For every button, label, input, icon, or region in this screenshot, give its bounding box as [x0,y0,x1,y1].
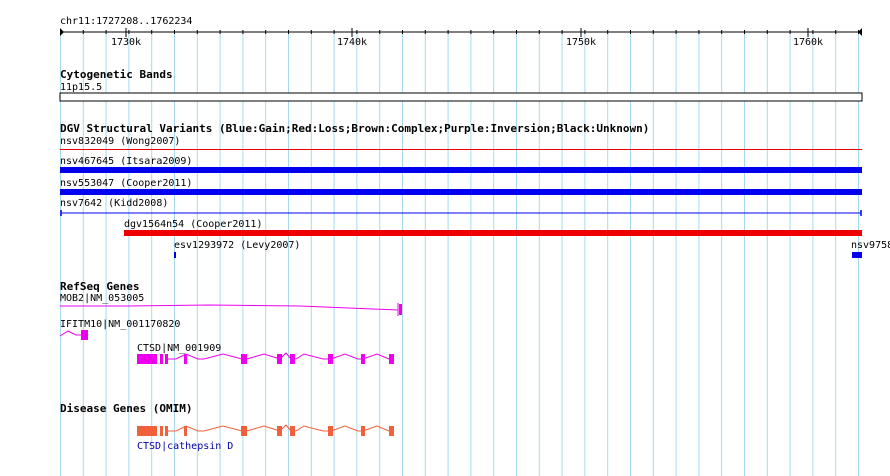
variant-label: nsv467645 (Itsara2009) [60,156,192,167]
region-label: chr11:1727208..1762234 [60,16,192,27]
variant-label: nsv7642 (Kidd2008) [60,198,168,209]
track-title-refseq: RefSeq Genes [60,280,139,293]
track-title-cytoband: Cytogenetic Bands [60,68,173,81]
gene-model-ifitm10[interactable] [59,330,88,340]
variant-label: esv1293972 (Levy2007) [174,240,300,251]
cytoband-bar[interactable] [59,92,863,102]
variant-label: nsv832049 (Wong2007) [60,136,180,147]
ruler-tick-label: 1740k [337,37,367,48]
disease-gene-label[interactable]: CTSD|cathepsin D [137,441,233,452]
gene-label: CTSD|NM_001909 [137,343,221,354]
cytoband-track: Cytogenetic Bands 11p15.5 [59,68,863,102]
variant-label: nsv553047 (Cooper2011) [60,178,192,189]
track-title-dgv: DGV Structural Variants (Blue:Gain;Red:L… [60,122,649,135]
variant-gain[interactable] [174,252,176,258]
variant-gain[interactable] [60,167,862,173]
variant-gain[interactable] [852,252,862,258]
variant-label: nsv9758 [851,240,890,251]
variant-gain[interactable] [60,189,862,195]
ruler[interactable]: chr11:1727208..1762234 1730k 1740k 1750k… [60,16,862,48]
track-title-omim: Disease Genes (OMIM) [60,402,192,415]
gene-label: MOB2|NM_053005 [60,293,144,304]
variant-gain-outline[interactable] [60,210,862,216]
variant-label: dgv1564n54 (Cooper2011) [124,219,262,230]
ruler-tick-label: 1730k [111,37,141,48]
gene-model-mob2[interactable] [60,303,402,316]
cytoband-label: 11p15.5 [60,82,102,93]
ruler-left-arrow [60,28,64,36]
dgv-track: DGV Structural Variants (Blue:Gain;Red:L… [60,122,890,258]
gene-label: IFITM10|NM_001170820 [60,319,180,330]
refseq-track: RefSeq Genes MOB2|NM_053005 IFITM10|NM_0… [59,280,402,364]
genome-browser: chr11:1727208..1762234 1730k 1740k 1750k… [59,16,890,476]
ruler-tick-label: 1750k [566,37,596,48]
ruler-tick-label: 1760k [793,37,823,48]
variant-loss[interactable] [124,230,862,236]
omim-track: Disease Genes (OMIM) CTSD|cathepsin D [60,402,394,452]
